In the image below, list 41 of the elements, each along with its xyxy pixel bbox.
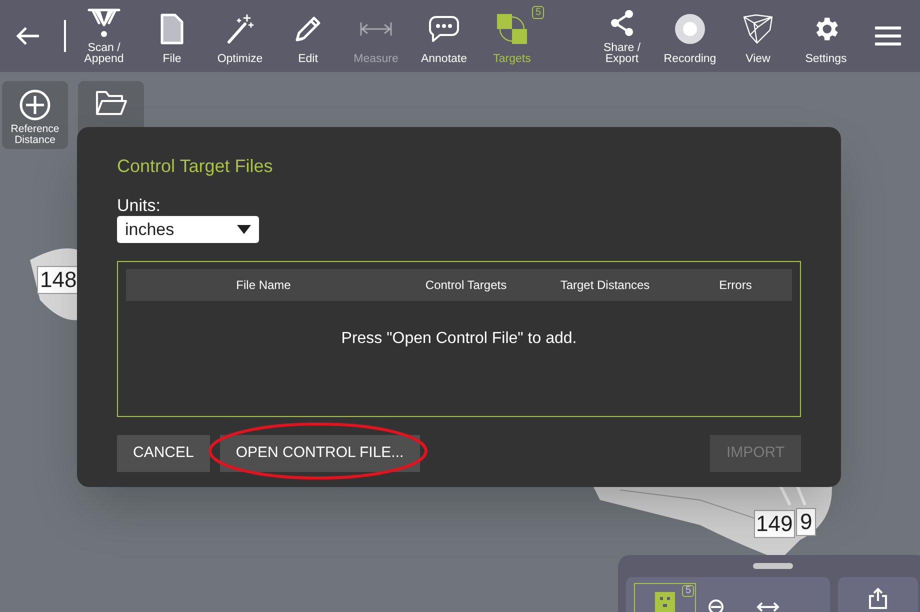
count-badge: 5 (532, 6, 544, 19)
toolbar-button[interactable]: Recording (656, 3, 724, 69)
target-label: 148 (37, 266, 80, 294)
toolbar-button[interactable]: View (724, 3, 792, 69)
share-icon (867, 587, 889, 609)
back-arrow-icon (15, 25, 41, 47)
toolbar-button[interactable]: Scan / Append (70, 3, 138, 69)
units-dropdown[interactable]: inches (117, 216, 259, 243)
empty-message: Press "Open Control File" to add. (340, 329, 578, 349)
cube-icon (742, 12, 774, 44)
units-label: Units: (117, 196, 162, 216)
toolbar-button[interactable]: Optimize (206, 3, 274, 69)
count-badge: 5 (682, 585, 694, 597)
record-icon (674, 12, 706, 44)
toolbar-button[interactable]: Edit (274, 3, 342, 69)
file-icon (159, 12, 185, 44)
dropdown-caret-icon (237, 225, 251, 234)
toolbar-button[interactable]: Settings (792, 3, 860, 69)
tool-button[interactable]: Reference Distance (2, 81, 68, 149)
toolbar-button[interactable]: Annotate (410, 3, 478, 69)
toolbar-button[interactable]: Share / Export (588, 3, 656, 69)
menu-icon (874, 26, 902, 46)
dialog-title: Control Target Files (117, 155, 274, 178)
dialog-button[interactable]: OPEN CONTROL FILE... (220, 435, 420, 472)
toolbar-button[interactable]: File (138, 3, 206, 69)
column-header: Errors (718, 277, 753, 294)
plus-circle-icon (19, 89, 51, 121)
target-label: 149 (754, 510, 795, 538)
target-squares-icon (495, 12, 529, 46)
speech-bubble-icon (428, 14, 460, 44)
scanner-icon (87, 7, 121, 39)
double-arrow-icon (756, 601, 780, 612)
column-header: File Name (235, 277, 292, 294)
magic-wand-icon (225, 12, 255, 44)
dialog-button[interactable]: CANCEL (117, 435, 210, 472)
column-header: Target Distances (559, 277, 651, 294)
toolbar-button[interactable]: Targets 5 (478, 3, 546, 69)
target-label: 9 (796, 508, 816, 536)
folder-icon (94, 89, 128, 117)
target-grid-icon (655, 592, 675, 612)
column-header: Control Targets (424, 277, 508, 294)
